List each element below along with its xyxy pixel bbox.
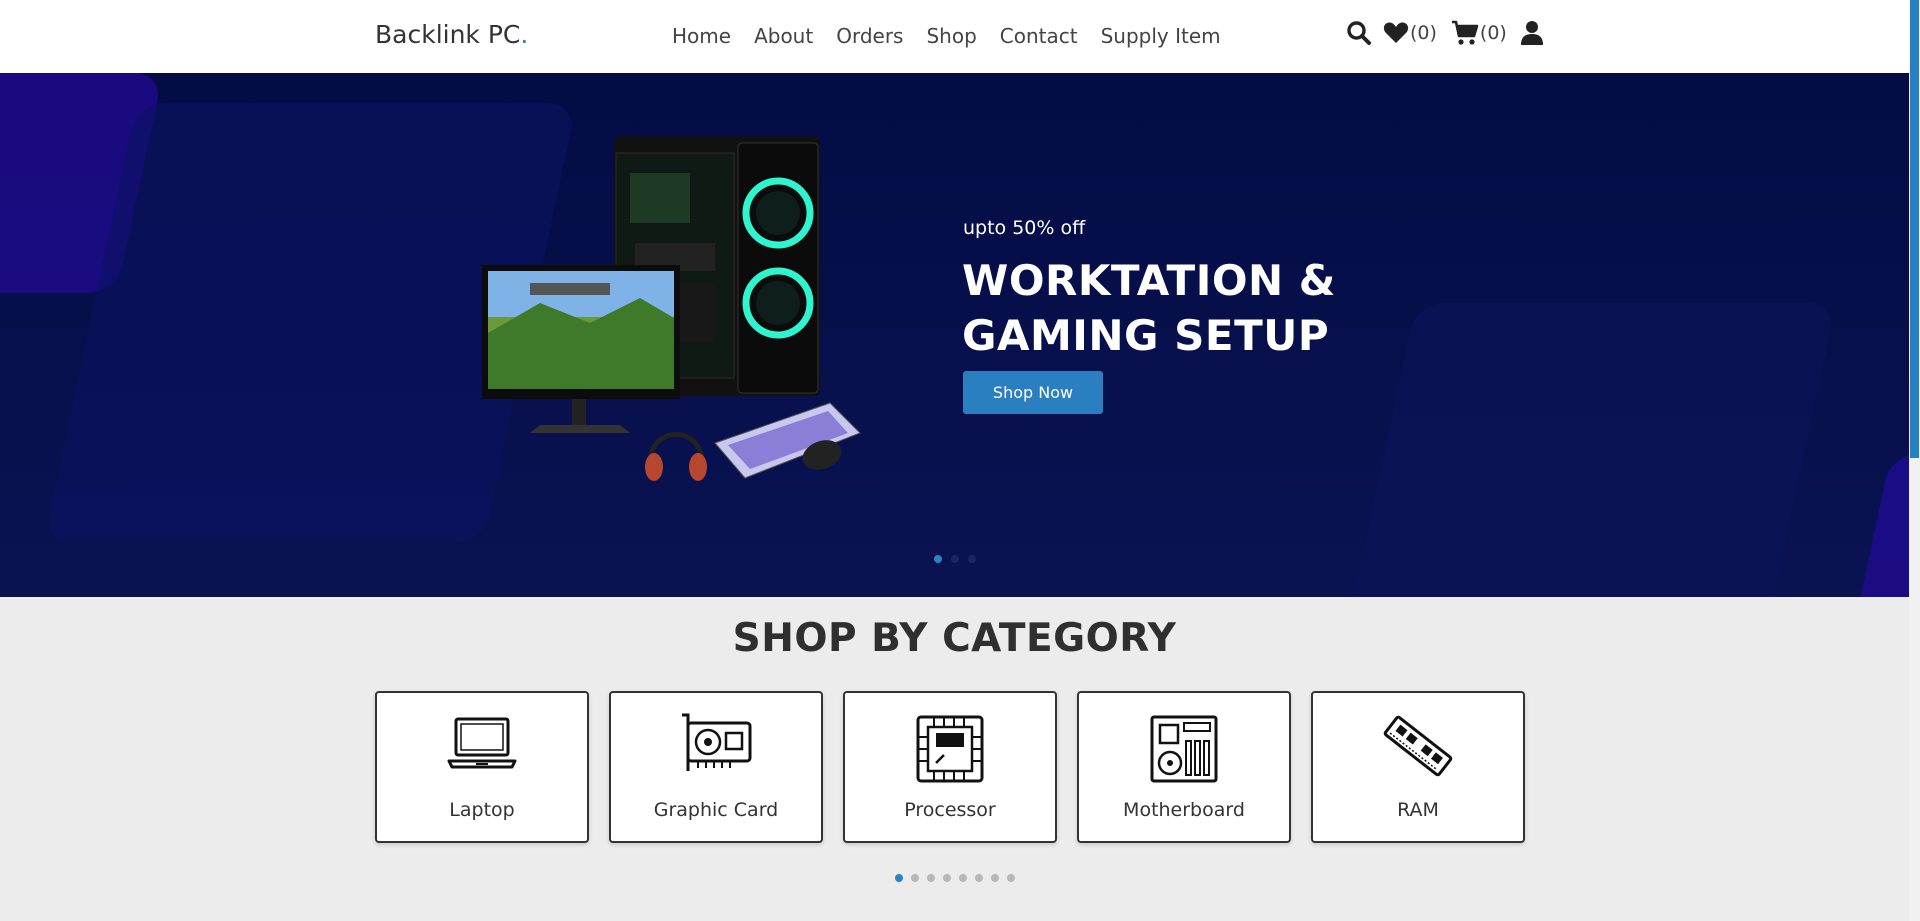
- hero-headline: WORKTATION & GAMING SETUP: [962, 256, 1336, 360]
- main-nav: Home About Orders Shop Contact Supply It…: [672, 24, 1221, 48]
- hero-banner: upto 50% off WORKTATION & GAMING SETUP S…: [0, 73, 1909, 597]
- search-button[interactable]: [1346, 20, 1372, 46]
- header-icons: (0) (0): [1346, 20, 1543, 46]
- nav-shop[interactable]: Shop: [926, 24, 976, 48]
- heart-icon: [1383, 22, 1409, 43]
- category-label: Motherboard: [1123, 799, 1245, 821]
- graphic-card-icon: [682, 713, 752, 771]
- category-dot[interactable]: [959, 874, 967, 882]
- hero-dot[interactable]: [934, 555, 942, 563]
- hero-dot[interactable]: [968, 555, 976, 563]
- category-dot[interactable]: [975, 874, 983, 882]
- category-carousel: Laptop Graphic Card Processor Motherboar…: [375, 691, 1525, 843]
- category-dot[interactable]: [911, 874, 919, 882]
- motherboard-icon: [1150, 715, 1218, 783]
- page-scrollbar[interactable]: [1909, 0, 1920, 921]
- brand-logo[interactable]: Backlink PC.: [375, 20, 528, 49]
- category-dot[interactable]: [1007, 874, 1015, 882]
- category-card-graphic-card[interactable]: Graphic Card: [609, 691, 823, 843]
- scrollbar-thumb[interactable]: [1910, 0, 1919, 458]
- laptop-icon: [447, 717, 517, 769]
- hero-decor-shape: [1848, 453, 1909, 597]
- cart-button[interactable]: (0): [1451, 20, 1507, 46]
- category-dot[interactable]: [895, 874, 903, 882]
- category-card-processor[interactable]: Processor: [843, 691, 1057, 843]
- wishlist-button[interactable]: (0): [1383, 21, 1437, 45]
- category-section-title: SHOP BY CATEGORY: [732, 616, 1177, 661]
- category-card-ram[interactable]: RAM: [1311, 691, 1525, 843]
- brand-dot: .: [520, 20, 529, 49]
- category-dot[interactable]: [943, 874, 951, 882]
- user-icon: [1520, 21, 1543, 45]
- search-icon: [1347, 21, 1371, 45]
- category-dot[interactable]: [991, 874, 999, 882]
- gaming-pc-image: [482, 136, 861, 481]
- category-label: Graphic Card: [653, 799, 779, 821]
- category-label: RAM: [1397, 799, 1439, 821]
- cart-count: (0): [1479, 22, 1507, 44]
- nav-about[interactable]: About: [754, 24, 813, 48]
- promo-text: upto 50% off: [963, 217, 1086, 239]
- category-dot[interactable]: [927, 874, 935, 882]
- processor-icon: [916, 715, 984, 783]
- category-carousel-dots: [895, 874, 1015, 882]
- nav-home[interactable]: Home: [672, 24, 731, 48]
- cart-icon: [1451, 20, 1479, 45]
- category-card-motherboard[interactable]: Motherboard: [1077, 691, 1291, 843]
- category-label: Processor: [904, 799, 996, 821]
- hero-carousel-dots: [934, 555, 976, 563]
- nav-supply-item[interactable]: Supply Item: [1101, 24, 1221, 48]
- nav-contact[interactable]: Contact: [1000, 24, 1078, 48]
- category-card-laptop[interactable]: Laptop: [375, 691, 589, 843]
- shop-now-button[interactable]: Shop Now: [963, 371, 1103, 414]
- ram-icon: [1383, 715, 1453, 777]
- account-button[interactable]: [1520, 20, 1543, 46]
- site-header: Backlink PC. Home About Orders Shop Cont…: [0, 0, 1909, 73]
- nav-orders[interactable]: Orders: [836, 24, 903, 48]
- brand-text: Backlink PC: [375, 20, 521, 49]
- hero-dot[interactable]: [951, 555, 959, 563]
- category-label: Laptop: [449, 799, 515, 821]
- wishlist-count: (0): [1410, 22, 1437, 44]
